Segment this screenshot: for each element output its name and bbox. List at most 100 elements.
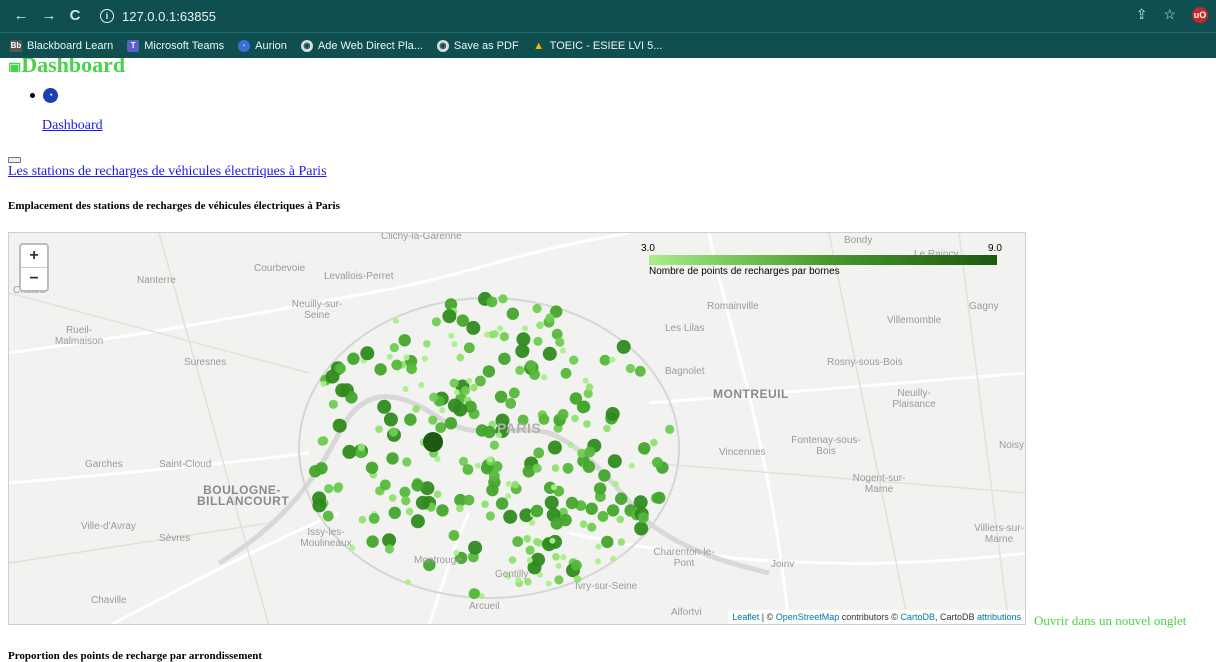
- station-marker[interactable]: [551, 484, 557, 491]
- station-marker[interactable]: [404, 413, 417, 426]
- station-marker[interactable]: [565, 496, 579, 510]
- station-marker[interactable]: [365, 461, 379, 474]
- station-marker[interactable]: [412, 405, 421, 413]
- station-marker[interactable]: [585, 502, 598, 515]
- station-marker[interactable]: [505, 493, 512, 500]
- station-marker[interactable]: [360, 346, 375, 361]
- station-marker[interactable]: [506, 307, 519, 320]
- station-marker[interactable]: [515, 365, 525, 375]
- station-marker[interactable]: [335, 363, 346, 374]
- station-marker[interactable]: [468, 588, 480, 600]
- station-marker[interactable]: [595, 543, 602, 550]
- station-marker[interactable]: [567, 441, 574, 448]
- station-marker[interactable]: [525, 545, 535, 555]
- station-marker[interactable]: [398, 334, 411, 347]
- station-marker[interactable]: [402, 457, 412, 467]
- station-marker[interactable]: [431, 317, 441, 327]
- station-marker[interactable]: [551, 464, 560, 472]
- station-marker[interactable]: [557, 409, 569, 420]
- station-marker[interactable]: [374, 363, 387, 376]
- station-marker[interactable]: [428, 415, 438, 425]
- station-marker[interactable]: [402, 386, 409, 392]
- station-marker[interactable]: [584, 446, 596, 458]
- station-marker[interactable]: [616, 339, 631, 354]
- station-marker[interactable]: [603, 424, 611, 433]
- bookmark-ade[interactable]: ◉ Ade Web Direct Pla...: [300, 39, 423, 52]
- station-marker[interactable]: [332, 418, 347, 433]
- station-marker[interactable]: [498, 352, 511, 365]
- station-marker[interactable]: [599, 354, 611, 366]
- station-marker[interactable]: [547, 440, 562, 455]
- station-marker[interactable]: [571, 414, 579, 423]
- station-marker[interactable]: [357, 443, 366, 452]
- station-marker[interactable]: [609, 356, 616, 363]
- station-marker[interactable]: [392, 317, 399, 324]
- station-marker[interactable]: [536, 321, 544, 330]
- station-marker[interactable]: [481, 500, 489, 509]
- station-marker[interactable]: [545, 313, 555, 323]
- station-marker[interactable]: [587, 522, 597, 532]
- station-marker[interactable]: [571, 559, 582, 571]
- station-marker[interactable]: [559, 347, 566, 354]
- station-marker[interactable]: [401, 496, 411, 506]
- station-marker[interactable]: [312, 491, 327, 506]
- station-marker[interactable]: [532, 303, 542, 314]
- station-marker[interactable]: [508, 556, 517, 564]
- station-marker[interactable]: [616, 515, 624, 524]
- station-marker[interactable]: [598, 469, 611, 482]
- station-marker[interactable]: [511, 480, 520, 489]
- station-marker[interactable]: [368, 513, 380, 524]
- gauge-icon[interactable]: ◔: [43, 88, 58, 103]
- station-marker[interactable]: [652, 457, 663, 468]
- station-marker[interactable]: [448, 332, 455, 339]
- station-marker[interactable]: [463, 494, 475, 506]
- cartodb-link[interactable]: CartoDB: [900, 612, 935, 622]
- station-marker[interactable]: [405, 507, 414, 516]
- station-marker[interactable]: [324, 484, 334, 494]
- back-icon[interactable]: ←: [10, 5, 32, 27]
- station-marker[interactable]: [555, 562, 562, 569]
- station-marker[interactable]: [498, 294, 508, 304]
- open-new-tab-link[interactable]: Ouvrir dans un nouvel onglet: [1034, 613, 1186, 629]
- station-marker[interactable]: [449, 378, 459, 388]
- station-marker[interactable]: [579, 520, 588, 528]
- station-marker[interactable]: [522, 325, 529, 332]
- station-marker[interactable]: [530, 504, 544, 518]
- reload-icon[interactable]: C: [64, 5, 86, 27]
- station-marker[interactable]: [615, 492, 628, 505]
- station-marker[interactable]: [411, 479, 424, 492]
- station-marker[interactable]: [526, 557, 533, 564]
- station-marker[interactable]: [322, 510, 334, 522]
- station-marker[interactable]: [582, 460, 596, 473]
- station-marker[interactable]: [612, 480, 619, 487]
- zoom-out-button[interactable]: −: [21, 268, 47, 290]
- station-marker[interactable]: [549, 537, 556, 544]
- station-marker[interactable]: [451, 341, 458, 348]
- station-marker[interactable]: [505, 480, 512, 487]
- station-marker[interactable]: [533, 538, 541, 546]
- station-marker[interactable]: [508, 387, 520, 399]
- station-marker[interactable]: [421, 355, 428, 362]
- bookmark-toeic[interactable]: ▲ TOEIC - ESIEE LVI 5...: [533, 40, 662, 52]
- forward-icon[interactable]: →: [38, 5, 60, 27]
- station-marker[interactable]: [597, 511, 609, 522]
- station-marker[interactable]: [347, 352, 360, 365]
- station-marker[interactable]: [593, 482, 607, 495]
- station-marker[interactable]: [533, 447, 545, 459]
- bookmark-save-pdf[interactable]: ◉ Save as PDF: [436, 39, 519, 52]
- station-marker[interactable]: [456, 504, 464, 513]
- star-icon[interactable]: ☆: [1163, 6, 1176, 23]
- station-marker[interactable]: [486, 483, 499, 497]
- station-marker[interactable]: [366, 535, 379, 548]
- station-marker[interactable]: [606, 504, 620, 517]
- station-marker[interactable]: [328, 399, 338, 409]
- station-marker[interactable]: [552, 553, 560, 561]
- station-marker[interactable]: [320, 380, 327, 387]
- station-marker[interactable]: [388, 427, 399, 437]
- station-marker[interactable]: [389, 343, 399, 353]
- station-marker[interactable]: [512, 536, 524, 547]
- station-marker[interactable]: [388, 494, 397, 502]
- address-bar[interactable]: i 127.0.0.1:63855: [100, 6, 216, 26]
- station-marker[interactable]: [582, 377, 589, 384]
- station-marker[interactable]: [491, 330, 499, 338]
